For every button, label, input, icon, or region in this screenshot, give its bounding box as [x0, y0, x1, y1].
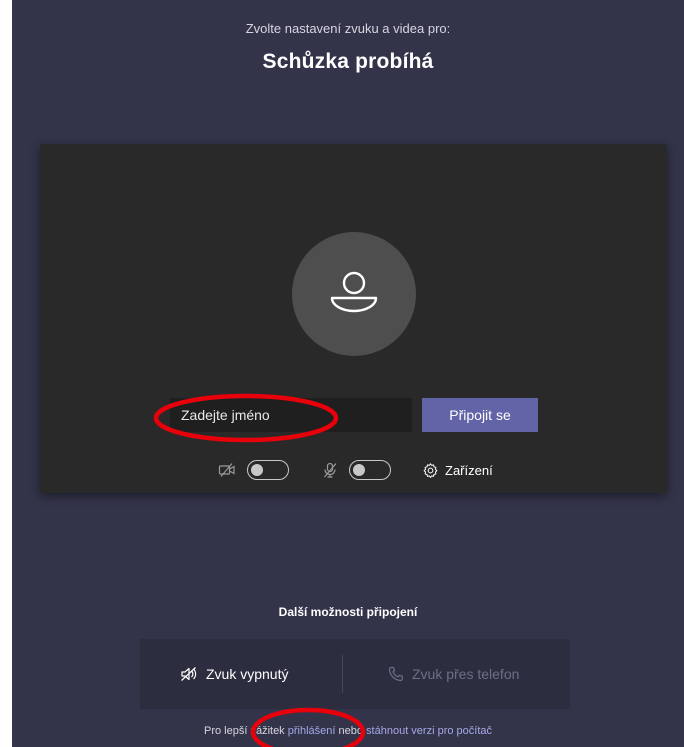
- mic-off-icon: [324, 462, 337, 478]
- sign-in-link[interactable]: přihlášení: [288, 725, 336, 737]
- gear-icon: [423, 462, 438, 478]
- more-options-title: Další možnosti připojení: [278, 605, 418, 619]
- join-options-panel: Zvuk vypnutý Zvuk přes telefon: [140, 639, 570, 709]
- mic-toggle-knob: [353, 464, 365, 476]
- join-button[interactable]: Připojit se: [422, 398, 538, 432]
- footer-prefix: Pro lepší zážitek: [203, 725, 288, 737]
- avatar: [292, 232, 416, 356]
- meeting-title: Schůzka probíhá: [262, 50, 434, 73]
- devices-label: Zařízení: [445, 462, 493, 478]
- audio-off-label: Zvuk vypnutý: [206, 666, 289, 682]
- phone-audio-option[interactable]: Zvuk přes telefon: [388, 639, 519, 709]
- footer-text: Pro lepší zážitek přihlášení nebo stáhno…: [12, 725, 684, 737]
- devices-button[interactable]: Zařízení: [422, 460, 493, 480]
- video-preview-panel: Připojit se Zařízení: [40, 144, 667, 493]
- phone-audio-label: Zvuk přes telefon: [412, 666, 520, 682]
- speaker-off-icon: [181, 667, 197, 681]
- mic-toggle[interactable]: [349, 460, 391, 480]
- device-controls: Zařízení: [40, 458, 667, 482]
- page-subtitle: Zvolte nastavení zvuku a videa pro:: [245, 21, 451, 36]
- teams-prejoin-screen: Zvolte nastavení zvuku a videa pro: Schů…: [12, 0, 684, 747]
- camera-toggle-knob: [251, 464, 263, 476]
- download-link[interactable]: stáhnout verzi pro počítač: [366, 725, 492, 737]
- options-divider: [342, 655, 343, 693]
- phone-icon: [388, 666, 403, 682]
- camera-off-icon: [218, 463, 235, 477]
- name-input[interactable]: [170, 398, 412, 432]
- camera-toggle[interactable]: [247, 460, 289, 480]
- audio-off-option[interactable]: Zvuk vypnutý: [180, 639, 288, 709]
- person-icon: [330, 271, 378, 313]
- footer-middle: nebo: [335, 725, 367, 737]
